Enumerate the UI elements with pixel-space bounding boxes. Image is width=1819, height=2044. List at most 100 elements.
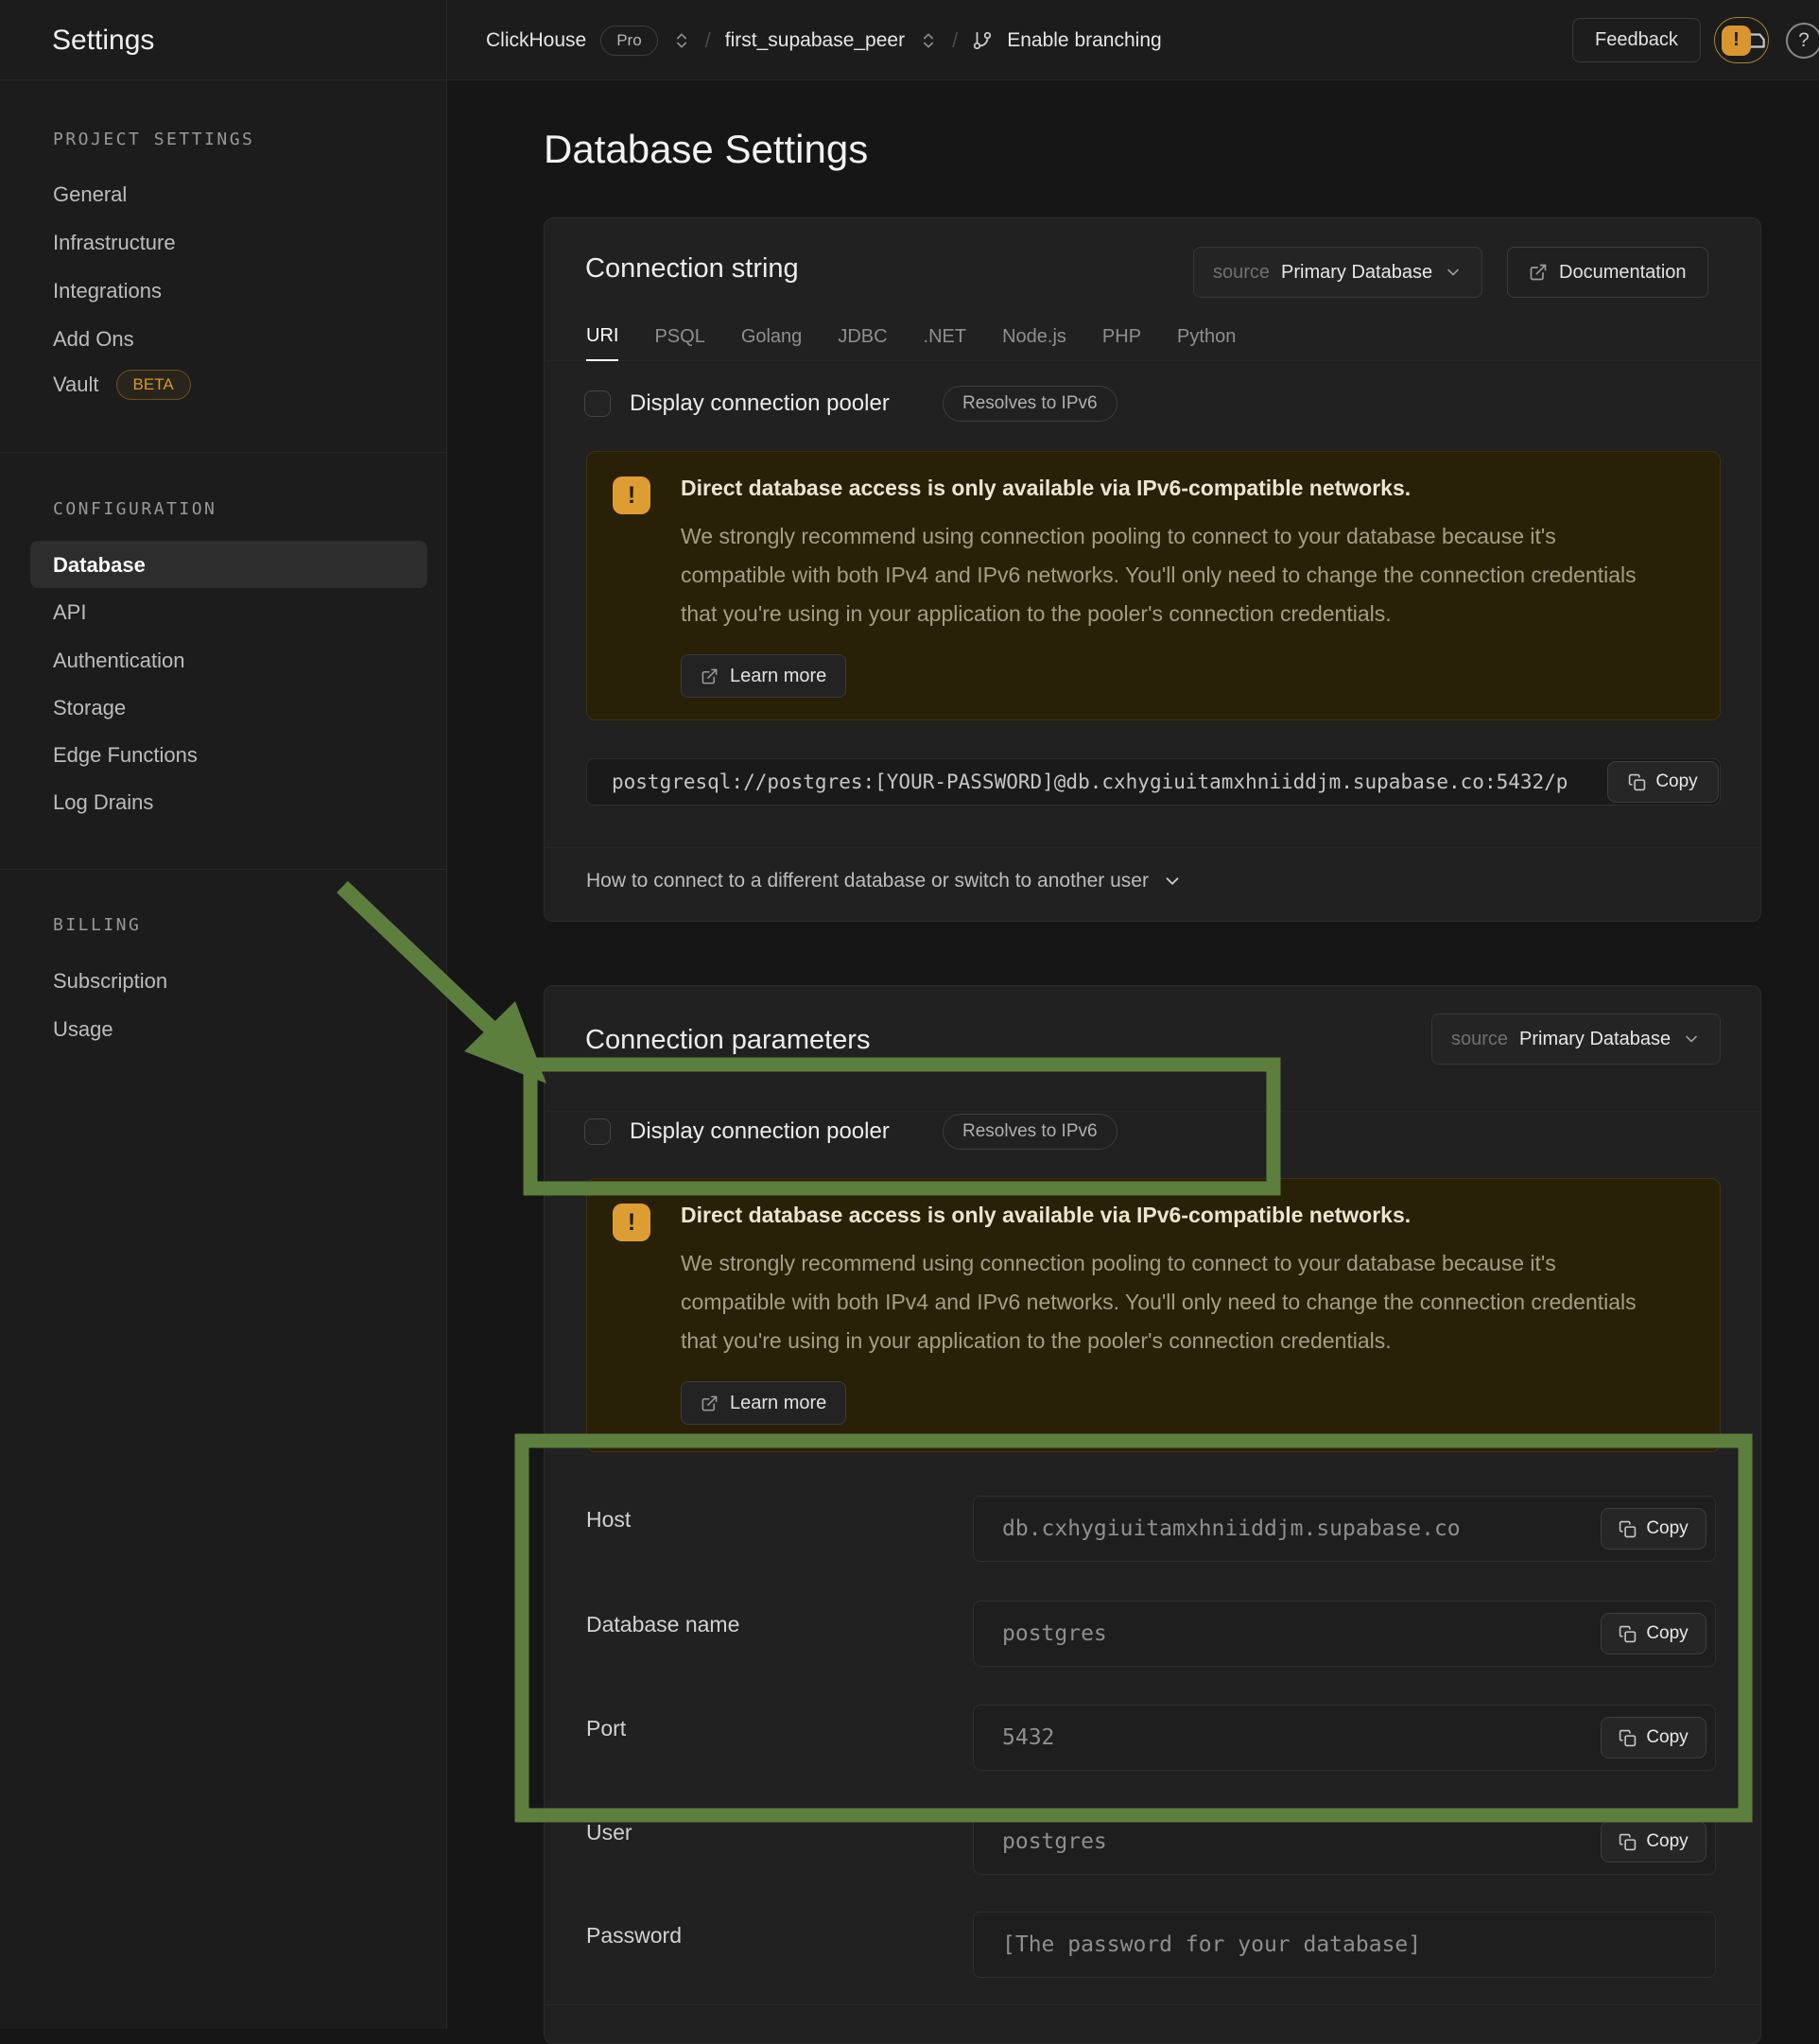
sidebar-item-storage[interactable]: Storage (53, 696, 126, 720)
feedback-button[interactable]: Feedback (1572, 18, 1701, 62)
breadcrumb: ClickHouse Pro / first_supabase_peer / E… (486, 0, 1162, 80)
sidebar-border (446, 0, 447, 2029)
tab-python[interactable]: Python (1177, 312, 1236, 361)
tab-php[interactable]: PHP (1102, 312, 1141, 361)
sidebar-item-edge-functions[interactable]: Edge Functions (53, 743, 198, 768)
alert-icon: ! (613, 476, 650, 514)
resolves-ipv6-badge: Resolves to IPv6 (943, 1114, 1117, 1150)
sidebar-item-vault[interactable]: Vault BETA (53, 370, 191, 400)
sidebar-item-subscription[interactable]: Subscription (53, 969, 167, 994)
connection-string-value[interactable]: postgresql://postgres:[YOUR-PASSWORD]@db… (586, 758, 1721, 805)
copy-label: Copy (1646, 1831, 1688, 1852)
sidebar-divider (0, 452, 446, 453)
chevrons-updown-icon[interactable] (919, 31, 938, 50)
how-to-connect-toggle[interactable]: How to connect to a different database o… (586, 870, 1183, 892)
sidebar-item-integrations[interactable]: Integrations (53, 279, 162, 303)
how-to-connect-label: How to connect to a different database o… (586, 870, 1149, 892)
tab-golang[interactable]: Golang (741, 312, 803, 361)
external-link-icon (701, 1394, 719, 1412)
external-link-icon (1529, 263, 1548, 282)
learn-more-label: Learn more (730, 1393, 826, 1414)
warning-body: We strongly recommend using connection p… (681, 517, 1645, 633)
warning-badge-icon: ! (1722, 26, 1751, 56)
documentation-button[interactable]: Documentation (1507, 247, 1708, 298)
chevrons-updown-icon[interactable] (672, 31, 691, 50)
copy-icon (1619, 1729, 1637, 1747)
database-name-label: Database name (586, 1612, 739, 1637)
breadcrumb-separator: / (705, 28, 711, 53)
copy-host-button[interactable]: Copy (1601, 1508, 1706, 1550)
copy-label: Copy (1646, 1518, 1688, 1539)
source-select[interactable]: source Primary Database (1193, 247, 1482, 298)
display-pooler-label: Display connection pooler (630, 1118, 890, 1145)
sidebar-item-label: Vault (53, 372, 99, 397)
copy-database-name-button[interactable]: Copy (1601, 1613, 1706, 1654)
sidebar-item-usage[interactable]: Usage (53, 1017, 113, 1042)
source-label: source (1451, 1029, 1508, 1050)
card-footer-border (545, 2004, 1760, 2005)
learn-more-label: Learn more (730, 666, 826, 687)
connection-string-title: Connection string (585, 253, 799, 285)
git-branch-icon (972, 30, 993, 51)
chevron-down-icon (1444, 263, 1463, 282)
chevron-down-icon (1162, 871, 1183, 892)
port-label: Port (586, 1716, 626, 1741)
sidebar-divider (0, 869, 446, 870)
sidebar-item-database[interactable]: Database (53, 553, 146, 578)
tab-dotnet[interactable]: .NET (924, 312, 967, 361)
warning-title: Direct database access is only available… (681, 1203, 1411, 1228)
sidebar-item-authentication[interactable]: Authentication (53, 649, 184, 673)
page-title: Database Settings (544, 127, 868, 172)
warning-title: Direct database access is only available… (681, 476, 1411, 501)
learn-more-button[interactable]: Learn more (681, 654, 846, 698)
sidebar-section-configuration: CONFIGURATION (53, 499, 217, 519)
source-value: Primary Database (1519, 1029, 1671, 1050)
tab-uri[interactable]: URI (586, 312, 618, 361)
display-pooler-checkbox[interactable] (584, 390, 611, 417)
source-label: source (1213, 262, 1270, 284)
sidebar-item-api[interactable]: API (53, 600, 86, 625)
sidebar-item-log-drains[interactable]: Log Drains (53, 790, 153, 815)
sidebar-section-billing: BILLING (53, 915, 141, 935)
password-value[interactable]: [The password for your database] (973, 1912, 1716, 1978)
external-link-icon (701, 667, 719, 685)
connection-parameters-title: Connection parameters (585, 1025, 870, 1056)
user-label: User (586, 1820, 632, 1845)
help-button[interactable]: ? (1786, 23, 1819, 59)
breadcrumb-org[interactable]: ClickHouse (486, 29, 586, 52)
tab-jdbc[interactable]: JDBC (838, 312, 887, 361)
host-label: Host (586, 1507, 631, 1533)
tab-psql[interactable]: PSQL (654, 312, 704, 361)
connection-string-tabs: URI PSQL Golang JDBC .NET Node.js PHP Py… (586, 312, 1236, 361)
sidebar-item-infrastructure[interactable]: Infrastructure (53, 231, 176, 255)
source-select[interactable]: source Primary Database (1431, 1013, 1721, 1065)
copy-user-button[interactable]: Copy (1601, 1821, 1706, 1862)
card-footer-border (545, 847, 1760, 848)
chevron-down-icon (1682, 1030, 1701, 1048)
source-value: Primary Database (1281, 262, 1432, 284)
sidebar-section-project-settings: PROJECT SETTINGS (53, 130, 254, 149)
copy-label: Copy (1646, 1727, 1688, 1748)
password-label: Password (586, 1923, 682, 1949)
copy-icon (1619, 1625, 1637, 1643)
sidebar-item-general[interactable]: General (53, 182, 127, 207)
tab-nodejs[interactable]: Node.js (1002, 312, 1066, 361)
copy-icon (1619, 1520, 1637, 1538)
learn-more-button[interactable]: Learn more (681, 1381, 846, 1425)
app-title: Settings (52, 0, 154, 80)
alert-icon: ! (613, 1204, 650, 1241)
annotation-arrow-head (464, 1001, 546, 1083)
breadcrumb-separator: / (952, 28, 958, 53)
breadcrumb-project[interactable]: first_supabase_peer (725, 29, 905, 52)
copy-port-button[interactable]: Copy (1601, 1717, 1706, 1758)
notifications-button[interactable]: ! (1714, 17, 1769, 63)
plan-badge: Pro (600, 26, 657, 56)
enable-branching-button[interactable]: Enable branching (1007, 29, 1161, 52)
copy-label: Copy (1655, 771, 1697, 792)
display-pooler-checkbox[interactable] (584, 1118, 611, 1145)
warning-body: We strongly recommend using connection p… (681, 1244, 1645, 1360)
copy-connection-string-button[interactable]: Copy (1607, 761, 1719, 803)
copy-icon (1628, 773, 1646, 791)
sidebar-item-add-ons[interactable]: Add Ons (53, 327, 134, 352)
copy-icon (1619, 1833, 1637, 1851)
